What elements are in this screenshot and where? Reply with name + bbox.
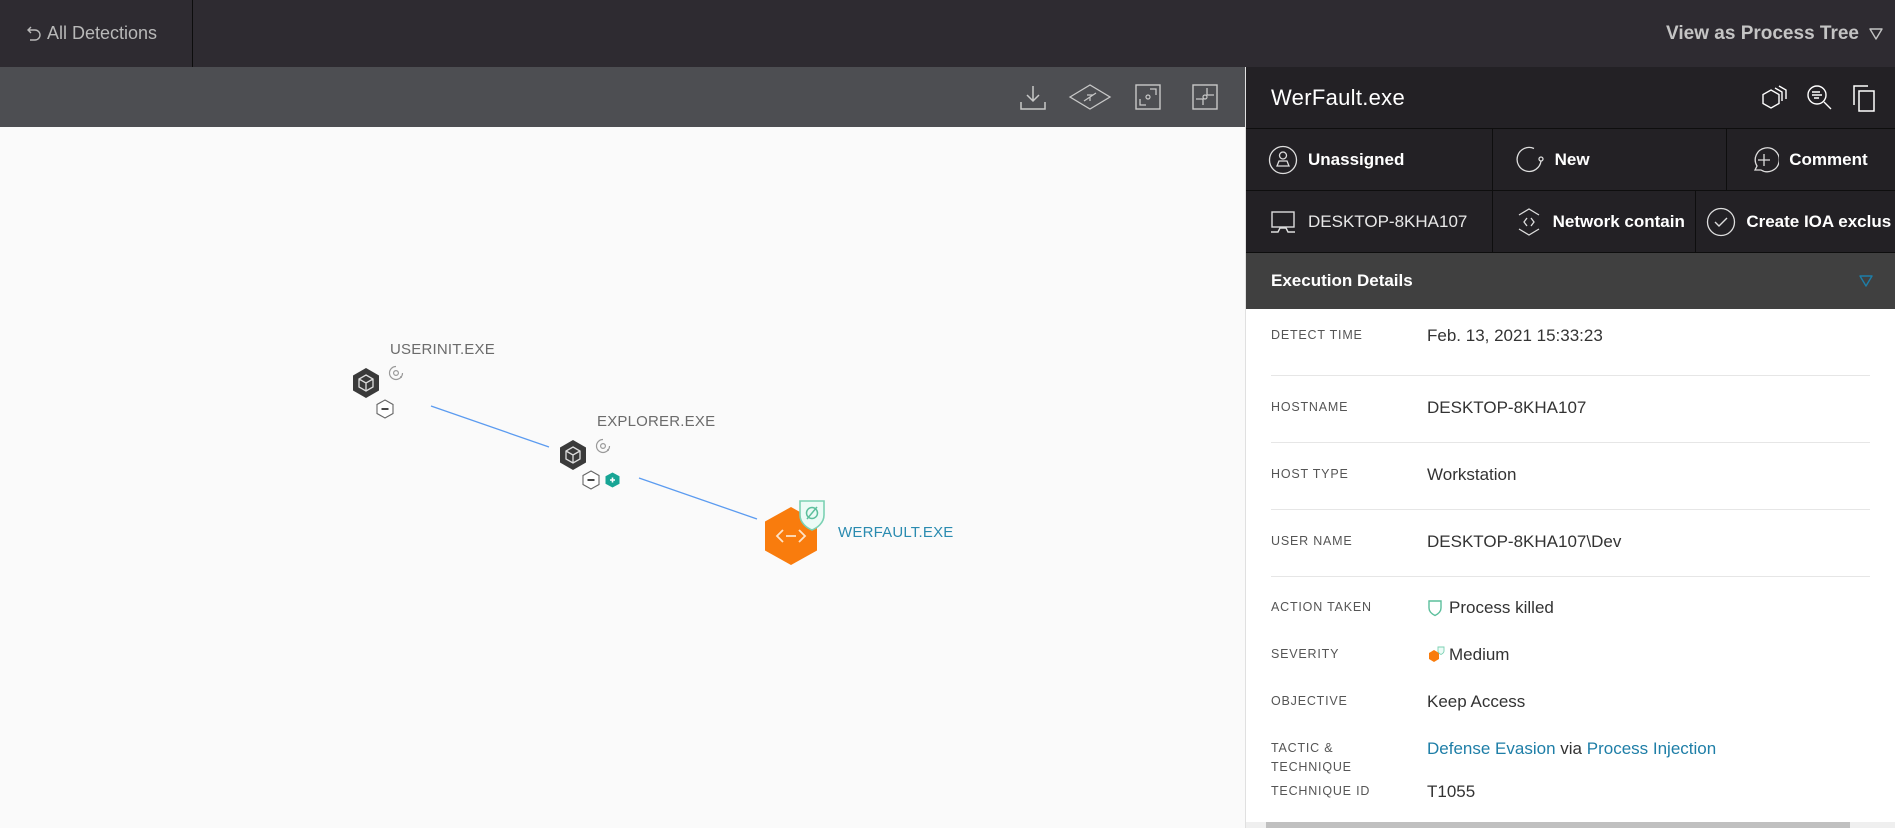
detail-row-hostname: Hostname DESKTOP-8KHA107 (1271, 376, 1870, 443)
host-button[interactable]: DESKTOP-8KHA107 (1246, 191, 1493, 252)
collapse-icon (1192, 84, 1218, 110)
detail-key: Action Taken (1271, 600, 1372, 614)
view-mode-dropdown[interactable]: View as Process Tree (1666, 0, 1883, 67)
process-label-explorer[interactable]: EXPLORER.EXE (597, 413, 715, 430)
layout-button[interactable] (1068, 80, 1112, 114)
detail-row-severity: Severity Medium (1271, 624, 1870, 671)
detail-key: Tactic & Technique (1271, 741, 1352, 774)
detail-key: Host Type (1271, 467, 1349, 481)
detail-value[interactable]: DESKTOP-8KHA107 (1427, 398, 1586, 418)
view-mode-label: View as Process Tree (1666, 22, 1859, 44)
hashes-button[interactable] (1759, 81, 1793, 115)
computer-icon (1271, 210, 1295, 233)
search-events-button[interactable] (1803, 81, 1837, 115)
graph-toolbar (0, 67, 1245, 127)
detail-value: Defense Evasion via Process Injection (1427, 739, 1716, 759)
collapse-button[interactable] (1188, 80, 1222, 114)
create-ioa-exclusion-button[interactable]: Create IOA exclus (1696, 191, 1895, 252)
detail-row-technique-id: Technique ID T1055 (1271, 778, 1870, 808)
execution-details: Detect Time Feb. 13, 2021 15:33:23 Hostn… (1246, 309, 1895, 808)
detail-key: Objective (1271, 694, 1348, 708)
detail-value: Medium (1427, 645, 1509, 665)
process-cube-icon (353, 368, 379, 398)
detail-row-objective: Objective Keep Access (1271, 671, 1870, 718)
detail-row-action-taken: Action Taken Process killed (1271, 577, 1870, 624)
network-contain-icon (1518, 207, 1539, 236)
detail-key: Hostname (1271, 400, 1349, 414)
detail-row-tactic: Tactic & Technique Defense Evasion via P… (1271, 718, 1870, 778)
fit-screen-button[interactable] (1131, 80, 1165, 114)
detail-value: T1055 (1427, 782, 1476, 801)
comment-button[interactable]: Comment (1727, 129, 1895, 190)
check-circle-icon (1707, 207, 1736, 236)
detail-key: Technique ID (1271, 784, 1371, 798)
search-icon (1807, 85, 1832, 110)
tactic-link[interactable]: Defense Evasion (1427, 739, 1556, 759)
process-title: WerFault.exe (1271, 84, 1406, 110)
detail-value[interactable]: DESKTOP-8KHA107\Dev (1427, 532, 1621, 552)
status-button[interactable]: New (1493, 129, 1728, 190)
detail-value: Workstation (1427, 465, 1517, 484)
detail-row-user-name: User Name DESKTOP-8KHA107\Dev (1271, 510, 1870, 577)
process-label-werfault[interactable]: WERFAULT.EXE (838, 524, 953, 541)
detail-row-host-type: Host Type Workstation (1271, 443, 1870, 510)
copy-icon (1853, 85, 1875, 112)
horizontal-scrollbar[interactable] (1266, 822, 1850, 828)
copy-button[interactable] (1847, 81, 1881, 115)
target-icon[interactable] (595, 438, 611, 454)
expand-node-icon[interactable] (605, 472, 620, 488)
chevron-down-icon (1869, 27, 1883, 40)
layout-icon (1068, 84, 1112, 110)
detail-key: Severity (1271, 647, 1340, 661)
execution-details-header[interactable]: Execution Details (1246, 252, 1895, 309)
layers-hexagon-icon (1762, 85, 1787, 109)
network-contain-button[interactable]: Network contain (1493, 191, 1697, 252)
via-text: via (1560, 739, 1582, 758)
edge-explorer-werfault (638, 477, 758, 520)
technique-link[interactable]: Process Injection (1587, 739, 1716, 759)
shield-icon (1428, 600, 1442, 617)
top-bar: All Detections View as Process Tree (0, 0, 1895, 67)
action-row-2: DESKTOP-8KHA107 Network contain Create I… (1246, 190, 1895, 252)
download-button[interactable] (1016, 80, 1050, 114)
comment-icon (1754, 146, 1780, 172)
detection-details-panel: WerFault.exe Unassigned New Comment DESK… (1245, 67, 1895, 828)
collapse-node-icon[interactable] (582, 470, 600, 490)
severity-medium-icon (1429, 646, 1445, 662)
process-tree-canvas[interactable]: USERINIT.EXE EXPLORER.EXE WERFAULT.EXE (0, 127, 1245, 828)
detail-value: Process killed (1427, 598, 1554, 618)
detail-row-detect-time: Detect Time Feb. 13, 2021 15:33:23 (1271, 309, 1870, 376)
status-icon (1516, 146, 1544, 172)
all-detections-button[interactable]: All Detections (0, 0, 193, 67)
download-icon (1020, 86, 1046, 110)
shield-killed-icon (799, 500, 825, 531)
action-row-1: Unassigned New Comment (1246, 128, 1895, 190)
panel-header: WerFault.exe (1246, 67, 1895, 128)
back-arrow-icon (27, 26, 41, 41)
user-icon (1268, 145, 1298, 174)
collapse-node-icon[interactable] (376, 399, 394, 419)
objective-link[interactable]: Keep Access (1427, 692, 1525, 712)
process-label-userinit[interactable]: USERINIT.EXE (390, 341, 495, 358)
process-edges (430, 405, 758, 520)
detail-key: User Name (1271, 534, 1353, 548)
target-icon[interactable] (388, 365, 404, 381)
all-detections-label: All Detections (47, 23, 158, 43)
detail-value: Feb. 13, 2021 15:33:23 (1427, 326, 1603, 345)
process-cube-icon (560, 440, 586, 470)
assign-button[interactable]: Unassigned (1246, 129, 1493, 190)
detail-key: Detect Time (1271, 328, 1363, 342)
chevron-down-icon[interactable] (1859, 275, 1873, 287)
fit-to-screen-icon (1135, 84, 1161, 110)
edge-userinit-explorer (430, 405, 550, 448)
